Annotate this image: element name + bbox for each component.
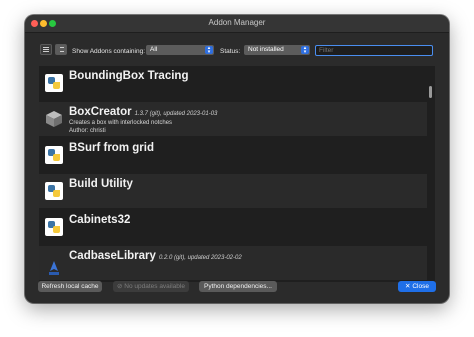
addon-row[interactable]: BSurf from grid [39, 138, 427, 172]
python-dependencies-button[interactable]: Python dependencies... [199, 281, 277, 292]
addon-name: BSurf from grid [69, 142, 154, 154]
addon-version: 1.3.7 (git), updated 2023-01-03 [134, 111, 218, 117]
addon-row[interactable]: Build Utility [39, 174, 427, 208]
no-updates-label: No updates available [124, 283, 185, 290]
title-bar: Addon Manager [25, 15, 449, 33]
close-button[interactable]: ✕ Close [398, 281, 436, 292]
addon-version: 0.2.0 (git), updated 2023-02-02 [158, 255, 242, 261]
box-icon [46, 111, 62, 127]
python-icon [45, 218, 63, 236]
show-addons-select[interactable]: All ▴ ▾ [146, 45, 214, 55]
button-bar: Refresh local cache ⊘ No updates availab… [25, 279, 449, 303]
list-scrollbar[interactable] [429, 86, 432, 98]
addon-name-text: BoxCreator [69, 106, 132, 118]
toolbar: Show Addons containing: All ▴ ▾ Status: N… [25, 40, 449, 58]
expanded-view-button[interactable] [55, 44, 67, 55]
select-arrows-icon: ▴ ▾ [301, 46, 309, 55]
no-updates-button: ⊘ No updates available [113, 281, 189, 292]
python-icon [45, 182, 63, 200]
addon-name-text: CadbaseLibrary [69, 250, 156, 262]
select-arrows-icon: ▴ ▾ [205, 46, 213, 55]
addon-author: Author: christi [69, 128, 106, 134]
addon-description: Creates a box with interlocked notches [69, 120, 173, 126]
cadbase-icon [49, 261, 59, 275]
status-select[interactable]: Not installed ▴ ▾ [244, 45, 310, 55]
show-addons-label: Show Addons containing: [72, 48, 145, 55]
addon-row[interactable]: CadbaseLibrary 0.2.0 (git), updated 2023-… [39, 246, 427, 280]
addon-row[interactable]: BoxCreator 1.3.7 (git), updated 2023-01-0… [39, 102, 427, 136]
compact-view-button[interactable] [40, 44, 52, 55]
addon-name: BoxCreator 1.3.7 (git), updated 2023-01-0… [69, 106, 217, 118]
addon-row[interactable]: Cabinets32 [39, 210, 427, 244]
refresh-cache-button[interactable]: Refresh local cache [38, 281, 102, 292]
addon-manager-window: Addon Manager Show Addons containing: Al… [25, 15, 449, 303]
addon-list[interactable]: BoundingBox Tracing BoxCreator 1.3.7 (git… [39, 66, 435, 282]
addon-name: Build Utility [69, 178, 133, 190]
addon-name: CadbaseLibrary 0.2.0 (git), updated 2023-… [69, 250, 242, 262]
status-value: Not installed [248, 46, 284, 53]
python-icon [45, 74, 63, 92]
addon-name: Cabinets32 [69, 214, 131, 226]
addon-row[interactable]: BoundingBox Tracing [39, 66, 427, 100]
addon-name: BoundingBox Tracing [69, 70, 189, 82]
show-addons-value: All [150, 46, 158, 53]
filter-input[interactable] [315, 45, 433, 56]
python-icon [45, 146, 63, 164]
window-title: Addon Manager [208, 18, 266, 27]
status-label: Status: [220, 48, 241, 55]
close-label: Close [412, 283, 429, 290]
